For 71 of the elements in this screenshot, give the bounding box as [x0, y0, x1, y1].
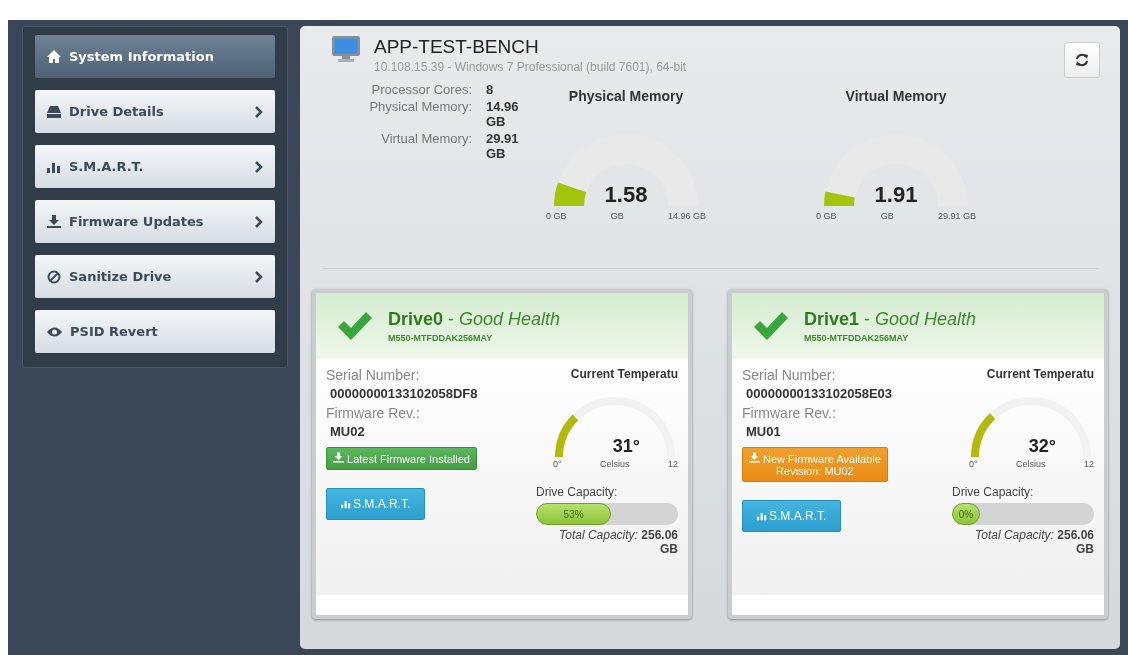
download-icon	[749, 452, 760, 463]
firmware-label: Firmware Rev.:	[326, 405, 421, 421]
gauge-fill	[971, 413, 996, 457]
gauge-unit: GB	[880, 211, 894, 221]
bar-chart-icon	[47, 160, 61, 173]
firmware-revision: MU01	[746, 424, 782, 439]
refresh-button[interactable]	[1064, 42, 1100, 78]
sidebar-item[interactable]: PSID Revert	[35, 310, 275, 353]
drive-title: Drive0 - Good Health	[388, 309, 561, 330]
drive-icon	[47, 105, 61, 118]
gauge-max: 12	[1083, 459, 1094, 469]
serial-label: Serial Number:	[742, 367, 837, 383]
system-subtitle: 10.108.15.39 - Windows 7 Professional (build 7601), 64-bit	[374, 60, 688, 74]
ban-icon	[47, 269, 61, 284]
temperature-value: 32°	[1028, 436, 1056, 457]
temperature-title: Current Temperatu	[986, 367, 1094, 381]
serial-label: Serial Number:	[326, 367, 421, 383]
spec-value: 8	[486, 82, 495, 97]
gauge-min: 0 GB	[546, 211, 567, 221]
temperature-value: 31°	[612, 436, 640, 457]
total-capacity: Total Capacity: 256.06 GB	[558, 528, 678, 556]
temperature-title: Current Temperatu	[570, 367, 678, 381]
bar-chart-icon	[341, 499, 351, 509]
gauge-fill	[824, 191, 855, 206]
drive-title: Drive1 - Good Health	[804, 309, 977, 330]
drive-model: M550-MTFDDAK256MAY	[804, 333, 910, 343]
gauge-max: 14.96 GB	[667, 211, 706, 221]
spec-label: Processor Cores:	[370, 82, 472, 97]
spec-label: Virtual Memory:	[380, 131, 472, 148]
eye-icon	[47, 325, 62, 338]
gauge-unit: GB	[610, 211, 624, 221]
refresh-icon	[1075, 53, 1089, 67]
checkmark-icon	[754, 312, 788, 340]
spec-value: 29.91 GB	[486, 131, 520, 161]
bar-chart-icon	[757, 511, 767, 521]
firmware-label: Firmware Rev.:	[742, 405, 837, 421]
home-icon	[47, 50, 61, 63]
capacity-label: Drive Capacity:	[536, 485, 618, 499]
capacity-reading: 53%	[563, 508, 584, 520]
hostname: APP-TEST-BENCH	[374, 36, 540, 58]
sidebar-item[interactable]: Sanitize Drive	[35, 255, 275, 298]
download-icon	[333, 452, 344, 463]
gauge-min: 0°	[553, 459, 562, 469]
gauge-title: Virtual Memory	[845, 88, 947, 104]
sidebar-item[interactable]: Firmware Updates	[35, 200, 275, 243]
gauge-fill	[555, 414, 579, 457]
serial-number: 00000000133102058DF8	[330, 386, 479, 401]
capacity-reading: 0%	[958, 508, 974, 520]
download-icon	[47, 215, 61, 228]
gauge-min: 0°	[969, 459, 978, 469]
sidebar-item[interactable]: S.M.A.R.T.	[35, 145, 275, 188]
gauge-value: 1.91	[874, 182, 918, 208]
capacity-label: Drive Capacity:	[952, 485, 1034, 499]
monitor-icon	[332, 36, 360, 62]
drive-model: M550-MTFDDAK256MAY	[388, 333, 494, 343]
gauge-unit: Celsius	[600, 459, 630, 469]
gauge-value: 1.58	[604, 182, 648, 208]
total-capacity: Total Capacity: 256.06 GB	[974, 528, 1094, 556]
checkmark-icon	[338, 312, 372, 340]
gauge-max: 29.91 GB	[937, 211, 976, 221]
firmware-revision: MU02	[330, 424, 366, 439]
gauge-min: 0 GB	[816, 211, 837, 221]
sidebar-item[interactable]: Drive Details	[35, 90, 275, 133]
gauge-fill	[554, 182, 587, 206]
spec-value: 14.96 GB	[486, 99, 520, 129]
sidebar-item[interactable]: System Information	[35, 35, 275, 78]
gauge-max: 12	[667, 459, 678, 469]
gauge-title: Physical Memory	[568, 88, 684, 104]
serial-number: 00000000133102058E03	[746, 386, 894, 401]
spec-label: Physical Memory:	[368, 99, 472, 116]
gauge-unit: Celsius	[1016, 459, 1046, 469]
